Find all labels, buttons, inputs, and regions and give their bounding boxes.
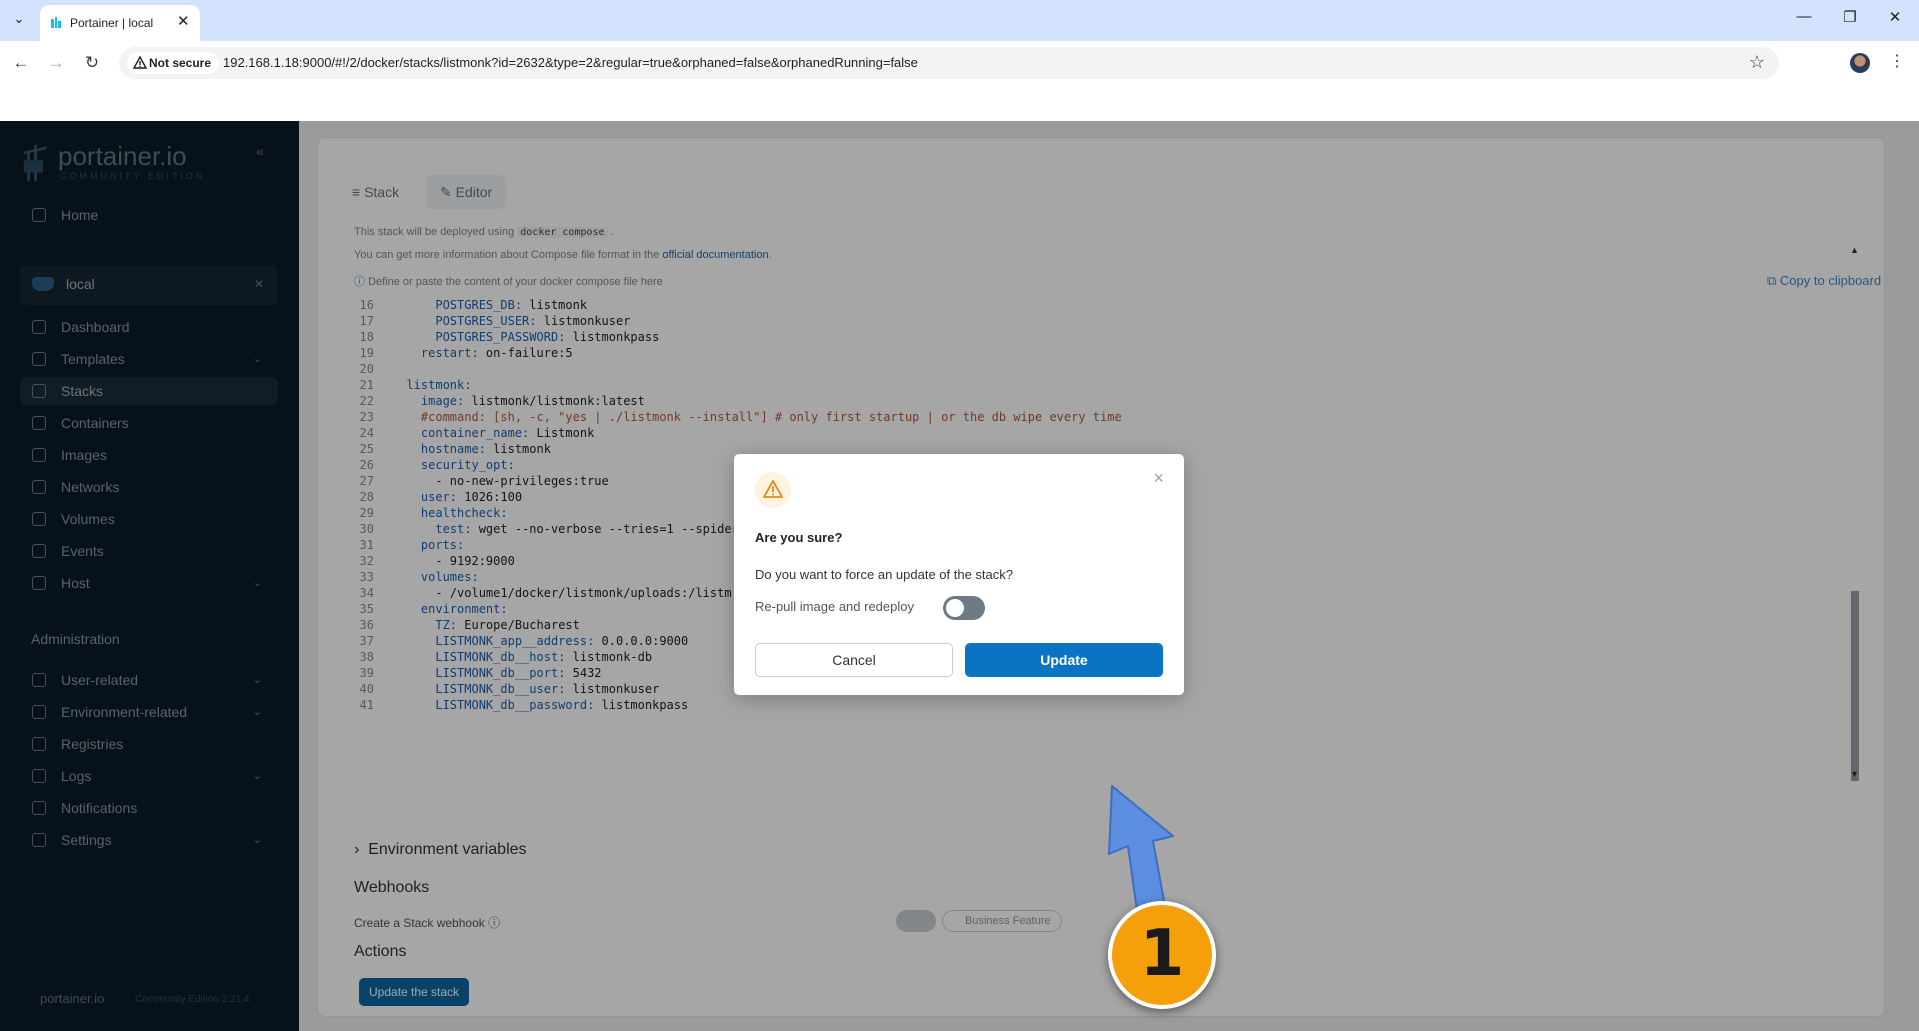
tab-search-button[interactable]: ⌄ xyxy=(8,8,30,30)
minimize-icon[interactable]: — xyxy=(1789,8,1819,25)
step-number-badge: 1 xyxy=(1108,901,1216,1009)
confirm-update-dialog: × Are you sure? Do you want to force an … xyxy=(734,454,1184,695)
repull-toggle[interactable] xyxy=(943,596,985,620)
browser-tab[interactable]: Portainer | local ✕ xyxy=(40,5,200,41)
tab-close-icon[interactable]: ✕ xyxy=(177,12,190,30)
browser-tab-strip: ⌄ Portainer | local ✕ — ❐ ✕ xyxy=(0,0,1919,41)
restore-icon[interactable]: ❐ xyxy=(1835,8,1865,26)
update-button[interactable]: Update xyxy=(965,643,1163,677)
back-icon[interactable]: ← xyxy=(9,51,33,75)
pointer-arrow-icon xyxy=(1108,785,1174,912)
forward-icon[interactable]: → xyxy=(44,51,68,75)
dialog-title: Are you sure? xyxy=(755,530,843,545)
warning-triangle-icon xyxy=(763,480,783,498)
not-secure-chip[interactable]: Not secure xyxy=(127,52,220,74)
omnibox[interactable]: Not secure 192.168.1.18:9000/#!/2/docker… xyxy=(119,47,1779,79)
close-icon[interactable]: × xyxy=(1153,468,1164,489)
tab-title: Portainer | local xyxy=(70,16,154,30)
warning-badge xyxy=(755,472,791,508)
not-secure-label: Not secure xyxy=(149,56,212,70)
cancel-button[interactable]: Cancel xyxy=(755,643,953,677)
toggle-knob xyxy=(946,599,964,617)
reload-icon[interactable]: ↻ xyxy=(80,51,104,75)
portainer-favicon-icon xyxy=(51,17,61,28)
portainer-app: portainer.io COMMUNITY EDITION « Home lo… xyxy=(0,121,1919,1031)
profile-avatar[interactable] xyxy=(1850,53,1870,73)
repull-label: Re-pull image and redeploy xyxy=(755,599,914,614)
browser-menu-icon[interactable]: ⋮ xyxy=(1889,51,1905,71)
bookmark-star-icon[interactable]: ☆ xyxy=(1749,52,1765,73)
warning-triangle-icon xyxy=(133,56,147,69)
close-window-icon[interactable]: ✕ xyxy=(1880,8,1910,26)
url-text[interactable]: 192.168.1.18:9000/#!/2/docker/stacks/lis… xyxy=(223,55,918,70)
address-bar-row: ← → ↻ Not secure 192.168.1.18:9000/#!/2/… xyxy=(0,41,1919,121)
dialog-question: Do you want to force an update of the st… xyxy=(755,567,1013,582)
